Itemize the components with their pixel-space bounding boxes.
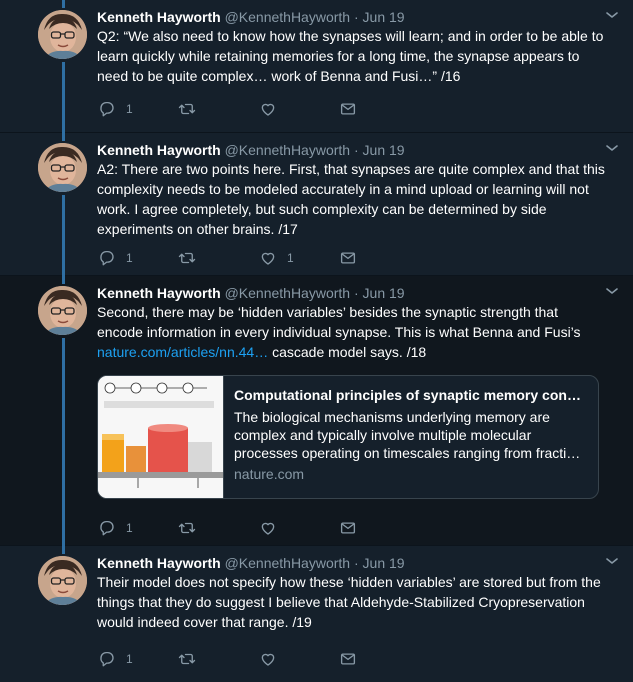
reply-button[interactable]: 1	[98, 518, 133, 538]
tweet-actions: 1	[98, 518, 378, 538]
display-name[interactable]: Kenneth Hayworth	[97, 9, 221, 25]
tweet-actions: 1 1	[98, 248, 378, 268]
separator-dot: ·	[353, 9, 359, 25]
direct-message-button[interactable]	[339, 649, 357, 669]
heart-icon	[259, 100, 277, 118]
card-body: Computational principles of synaptic mem…	[234, 386, 586, 482]
tweet-header: Kenneth Hayworth @KennethHayworth · Jun …	[97, 141, 603, 159]
reply-icon	[98, 519, 116, 537]
separator-dot: ·	[353, 285, 359, 301]
reply-count: 1	[126, 521, 133, 535]
heart-icon	[259, 249, 277, 267]
reply-count: 1	[126, 652, 133, 666]
direct-message-button[interactable]	[339, 248, 357, 268]
chevron-down-icon[interactable]	[605, 556, 619, 566]
user-handle[interactable]: @KennethHayworth	[225, 285, 351, 301]
like-button[interactable]	[259, 99, 287, 119]
tweet-date[interactable]: Jun 19	[363, 555, 405, 571]
thread-line	[62, 338, 65, 546]
tweet-header: Kenneth Hayworth @KennethHayworth · Jun …	[97, 8, 603, 26]
display-name[interactable]: Kenneth Hayworth	[97, 285, 221, 301]
tweet[interactable]: Kenneth Hayworth @KennethHayworth · Jun …	[0, 276, 633, 546]
display-name[interactable]: Kenneth Hayworth	[97, 142, 221, 158]
envelope-icon	[339, 650, 357, 668]
reply-button[interactable]: 1	[98, 99, 133, 119]
tweet-date[interactable]: Jun 19	[363, 285, 405, 301]
avatar[interactable]	[38, 10, 87, 59]
user-handle[interactable]: @KennethHayworth	[225, 555, 351, 571]
thread-line	[62, 195, 65, 276]
envelope-icon	[339, 519, 357, 537]
chevron-down-icon[interactable]	[605, 10, 619, 20]
retweet-icon	[178, 650, 196, 668]
thread-line	[62, 0, 65, 8]
retweet-button[interactable]	[178, 248, 206, 268]
separator-dot: ·	[353, 142, 359, 158]
tweet-link[interactable]: nature.com/articles/nn.44…	[97, 344, 268, 360]
tweet-date[interactable]: Jun 19	[363, 9, 405, 25]
link-card[interactable]: Computational principles of synaptic mem…	[97, 375, 599, 499]
retweet-button[interactable]	[178, 99, 206, 119]
heart-icon	[259, 650, 277, 668]
direct-message-button[interactable]	[339, 518, 357, 538]
reply-count: 1	[126, 102, 133, 116]
like-button[interactable]: 1	[259, 248, 294, 268]
tweet-text: Second, there may be ‘hidden variables’ …	[97, 302, 607, 362]
thread-line	[62, 133, 65, 141]
heart-icon	[259, 519, 277, 537]
retweet-icon	[178, 519, 196, 537]
card-domain: nature.com	[234, 466, 305, 482]
direct-message-button[interactable]	[339, 99, 357, 119]
avatar[interactable]	[38, 143, 87, 192]
user-handle[interactable]: @KennethHayworth	[225, 9, 351, 25]
retweet-button[interactable]	[178, 649, 206, 669]
retweet-icon	[178, 100, 196, 118]
chevron-down-icon[interactable]	[605, 286, 619, 296]
tweet-actions: 1	[98, 99, 378, 119]
tweet-actions: 1	[98, 649, 378, 669]
retweet-icon	[178, 249, 196, 267]
thread-line	[62, 62, 65, 133]
reply-icon	[98, 249, 116, 267]
tweet[interactable]: Kenneth Hayworth @KennethHayworth · Jun …	[0, 133, 633, 276]
separator-dot: ·	[353, 555, 359, 571]
envelope-icon	[339, 249, 357, 267]
tweet-text: A2: There are two points here. First, th…	[97, 161, 605, 237]
tweet-header: Kenneth Hayworth @KennethHayworth · Jun …	[97, 284, 603, 302]
reply-icon	[98, 650, 116, 668]
retweet-button[interactable]	[178, 518, 206, 538]
avatar[interactable]	[38, 556, 87, 605]
card-title: Computational principles of synaptic mem…	[234, 387, 581, 403]
thread-line	[62, 546, 65, 554]
envelope-icon	[339, 100, 357, 118]
card-thumbnail	[98, 376, 224, 498]
tweet-text: Their model does not specify how these ‘…	[97, 574, 601, 630]
display-name[interactable]: Kenneth Hayworth	[97, 555, 221, 571]
tweet[interactable]: Kenneth Hayworth @KennethHayworth · Jun …	[0, 0, 633, 133]
tweet-text: Q2: “We also need to know how the synaps…	[97, 28, 604, 84]
tweet[interactable]: Kenneth Hayworth @KennethHayworth · Jun …	[0, 546, 633, 682]
like-count: 1	[287, 251, 294, 265]
tweet-text-part: cascade model says. /18	[268, 344, 427, 360]
like-button[interactable]	[259, 649, 287, 669]
thread-line	[62, 276, 65, 284]
tweet-date[interactable]: Jun 19	[363, 142, 405, 158]
chevron-down-icon[interactable]	[605, 143, 619, 153]
avatar[interactable]	[38, 286, 87, 335]
reply-button[interactable]: 1	[98, 649, 133, 669]
reply-count: 1	[126, 251, 133, 265]
tweet-header: Kenneth Hayworth @KennethHayworth · Jun …	[97, 554, 603, 572]
reply-icon	[98, 100, 116, 118]
user-handle[interactable]: @KennethHayworth	[225, 142, 351, 158]
tweet-text-part: Second, there may be ‘hidden variables’ …	[97, 304, 581, 340]
like-button[interactable]	[259, 518, 287, 538]
reply-button[interactable]: 1	[98, 248, 133, 268]
card-description: The biological mechanisms underlying mem…	[234, 409, 581, 461]
